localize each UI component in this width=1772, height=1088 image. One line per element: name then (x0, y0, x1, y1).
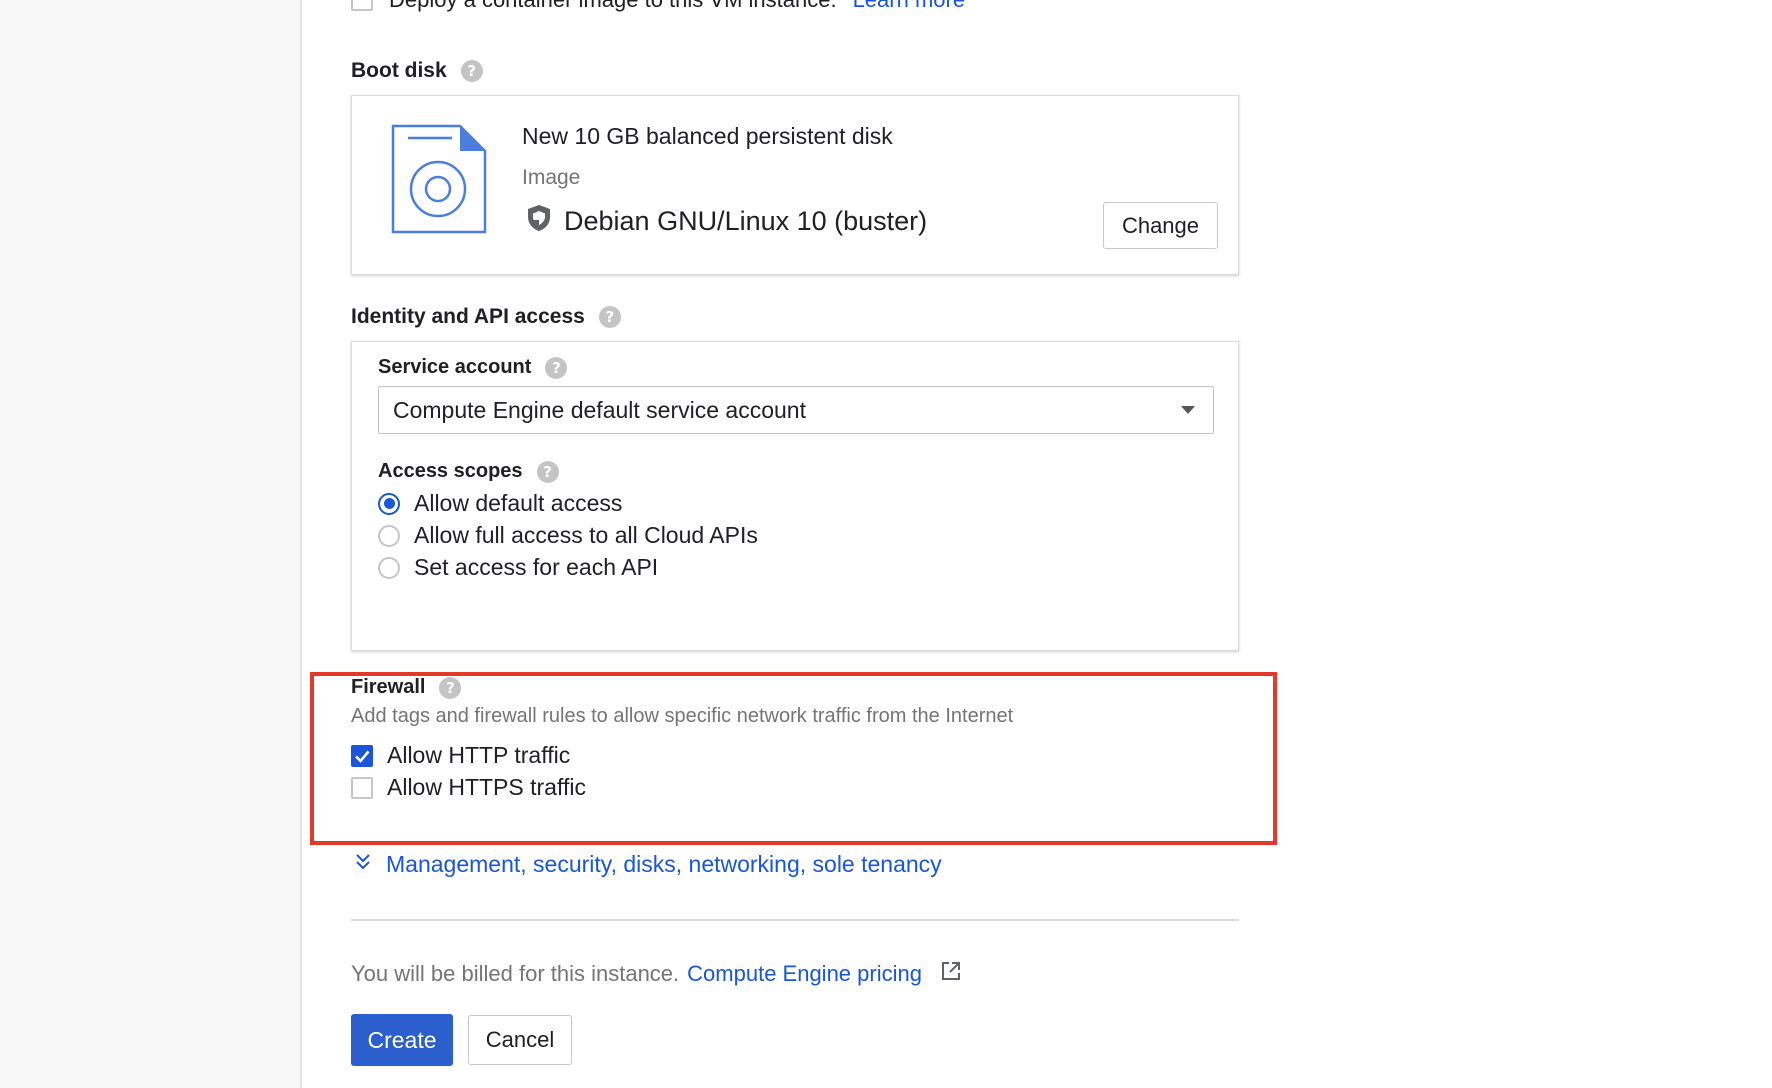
checkmark-icon (355, 750, 370, 763)
scope-label: Set access for each API (414, 554, 659, 580)
management-link[interactable]: Management, security, disks, networking,… (386, 851, 942, 878)
pricing-link[interactable]: Compute Engine pricing (687, 961, 922, 987)
help-icon[interactable]: ? (536, 460, 559, 483)
container-image-row: Deploy a container image to this VM inst… (351, 0, 965, 12)
help-icon[interactable]: ? (439, 676, 462, 699)
disk-icon (390, 123, 488, 240)
container-image-checkbox[interactable] (351, 0, 373, 11)
management-toggle[interactable]: Management, security, disks, networking,… (354, 851, 942, 878)
scope-option-full[interactable]: Allow full access to all Cloud APIs (378, 522, 758, 549)
service-account-heading: Service account ? (378, 356, 568, 379)
image-label: Image (522, 166, 581, 189)
http-traffic-option[interactable]: Allow HTTP traffic (351, 742, 570, 769)
service-account-label: Service account (378, 356, 532, 378)
firewall-heading: Firewall ? (351, 676, 462, 699)
radio-unselected[interactable] (378, 556, 400, 579)
image-name: Debian GNU/Linux 10 (buster) (564, 206, 928, 236)
billing-text: You will be billed for this instance. (351, 961, 680, 986)
external-link-icon[interactable] (940, 960, 962, 988)
scope-option-each[interactable]: Set access for each API (378, 554, 658, 581)
firewall-label: Firewall (351, 676, 426, 698)
divider (351, 919, 1239, 921)
https-label: Allow HTTPS traffic (387, 774, 586, 800)
scope-option-default[interactable]: Allow default access (378, 490, 622, 517)
learn-more-link[interactable]: Learn more (853, 0, 966, 13)
help-icon[interactable]: ? (460, 60, 483, 82)
service-account-value: Compute Engine default service account (393, 396, 806, 423)
container-image-label: Deploy a container image to this VM inst… (389, 0, 837, 13)
boot-disk-heading: Boot disk ? (351, 59, 483, 83)
cancel-button[interactable]: Cancel (468, 1015, 572, 1065)
billing-row: You will be billed for this instance. Co… (351, 960, 962, 988)
dropdown-arrow-icon (1181, 406, 1195, 414)
left-gutter (0, 0, 302, 1088)
http-checkbox[interactable] (351, 744, 373, 767)
image-name-row: Debian GNU/Linux 10 (buster) (526, 204, 927, 239)
identity-card: Service account ? Compute Engine default… (351, 341, 1239, 651)
boot-disk-card: New 10 GB balanced persistent disk Image… (351, 95, 1239, 275)
access-scopes-heading: Access scopes ? (378, 460, 559, 483)
help-icon[interactable]: ? (598, 306, 621, 328)
https-checkbox[interactable] (351, 776, 373, 799)
radio-selected[interactable] (378, 492, 400, 515)
access-scopes-label: Access scopes (378, 460, 523, 482)
boot-disk-label: Boot disk (351, 59, 447, 82)
https-traffic-option[interactable]: Allow HTTPS traffic (351, 774, 586, 801)
identity-label: Identity and API access (351, 305, 585, 328)
help-icon[interactable]: ? (545, 356, 568, 379)
change-button[interactable]: Change (1103, 202, 1218, 249)
firewall-description: Add tags and firewall rules to allow spe… (351, 705, 1014, 727)
http-label: Allow HTTP traffic (387, 742, 571, 768)
double-chevron-down-icon (354, 852, 372, 877)
service-account-select[interactable]: Compute Engine default service account (378, 386, 1214, 434)
identity-heading: Identity and API access ? (351, 305, 621, 329)
radio-unselected[interactable] (378, 524, 400, 547)
shield-icon (526, 204, 552, 239)
boot-disk-title: New 10 GB balanced persistent disk (522, 123, 893, 149)
create-button[interactable]: Create (351, 1014, 453, 1066)
scope-label: Allow full access to all Cloud APIs (414, 522, 758, 548)
scope-label: Allow default access (414, 490, 623, 516)
